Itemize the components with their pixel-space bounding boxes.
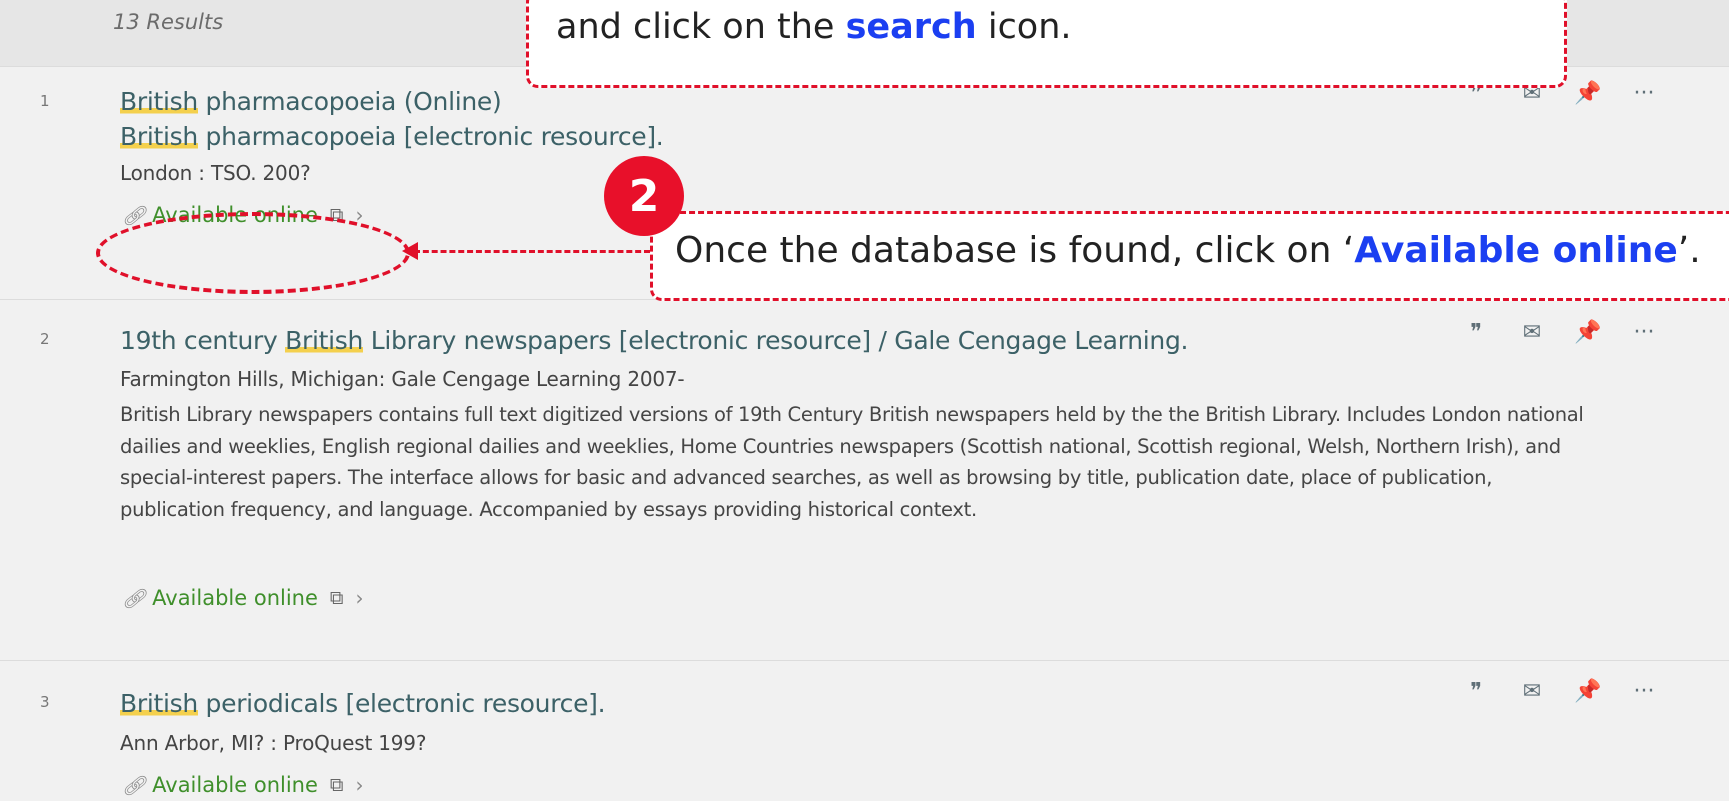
- callout-text: and click on the search icon.: [556, 7, 1072, 47]
- publisher-info: London : TSO. 200?: [120, 161, 311, 185]
- email-icon[interactable]: ✉: [1504, 320, 1560, 345]
- title-text: 19th century: [120, 326, 286, 355]
- results-count: 13 Results: [113, 10, 224, 34]
- pin-icon[interactable]: 📌: [1560, 320, 1616, 345]
- instruction-callout-available-online: Once the database is found, click on ‘Av…: [650, 211, 1729, 301]
- publisher-info: Ann Arbor, MI? : ProQuest 199?: [120, 731, 427, 755]
- title-text: pharmacopoeia (Online): [197, 87, 502, 116]
- link-icon: 🔗︎: [122, 774, 147, 797]
- title-text: Library newspapers [electronic resource]…: [363, 326, 1189, 355]
- instruction-callout-search: and click on the search icon.: [526, 0, 1567, 88]
- pointer-arrow-line: [414, 250, 650, 253]
- pin-icon[interactable]: 📌: [1560, 81, 1616, 106]
- result-alt-title[interactable]: British pharmacopoeia [electronic resour…: [120, 122, 664, 151]
- search-term-highlight: British: [285, 326, 364, 355]
- link-icon: 🔗︎: [122, 587, 147, 610]
- result-index: 1: [40, 92, 50, 110]
- title-text: pharmacopoeia [electronic resource].: [197, 122, 664, 151]
- callout-text: Once the database is found, click on ‘Av…: [675, 230, 1701, 271]
- result-description: British Library newspapers contains full…: [120, 403, 1584, 521]
- cite-icon[interactable]: ❞: [1448, 320, 1504, 345]
- chevron-right-icon: ›: [355, 773, 364, 797]
- email-icon[interactable]: ✉: [1504, 679, 1560, 704]
- highlight-ellipse: [96, 212, 410, 294]
- more-options-icon[interactable]: ···: [1616, 320, 1672, 345]
- result-title[interactable]: British pharmacopoeia (Online): [120, 87, 502, 116]
- available-online-link[interactable]: 🔗︎ Available online ⧉ ›: [122, 586, 364, 610]
- search-term-highlight: British: [120, 87, 198, 116]
- search-term-highlight: British: [120, 122, 198, 151]
- result-actions: ❞ ✉ 📌 ···: [1448, 320, 1672, 345]
- result-actions: ❞ ✉ 📌 ···: [1448, 679, 1672, 704]
- external-link-icon: ⧉: [329, 774, 344, 796]
- available-online-link[interactable]: 🔗︎ Available online ⧉ ›: [122, 773, 364, 797]
- publisher-info: Farmington Hills, Michigan: Gale Cengage…: [120, 367, 685, 391]
- more-options-icon[interactable]: ···: [1616, 81, 1672, 106]
- step-number-badge: 2: [604, 156, 684, 236]
- pin-icon[interactable]: 📌: [1560, 679, 1616, 704]
- result-item-3: 3 British periodicals [electronic resour…: [0, 660, 1729, 801]
- result-title[interactable]: 19th century British Library newspapers …: [120, 326, 1188, 355]
- cite-icon[interactable]: ❞: [1448, 679, 1504, 704]
- search-term-highlight: British: [120, 689, 198, 718]
- title-text: periodicals [electronic resource].: [197, 689, 606, 718]
- external-link-icon: ⧉: [329, 587, 344, 609]
- more-options-icon[interactable]: ···: [1616, 679, 1672, 704]
- availability-label: Available online: [152, 773, 318, 797]
- chevron-right-icon: ›: [355, 586, 364, 610]
- arrow-head-icon: [402, 242, 418, 260]
- result-index: 2: [40, 330, 50, 348]
- result-title[interactable]: British periodicals [electronic resource…: [120, 689, 606, 718]
- result-index: 3: [40, 693, 50, 711]
- availability-label: Available online: [152, 586, 318, 610]
- result-item-2: 2 19th century British Library newspaper…: [0, 299, 1729, 660]
